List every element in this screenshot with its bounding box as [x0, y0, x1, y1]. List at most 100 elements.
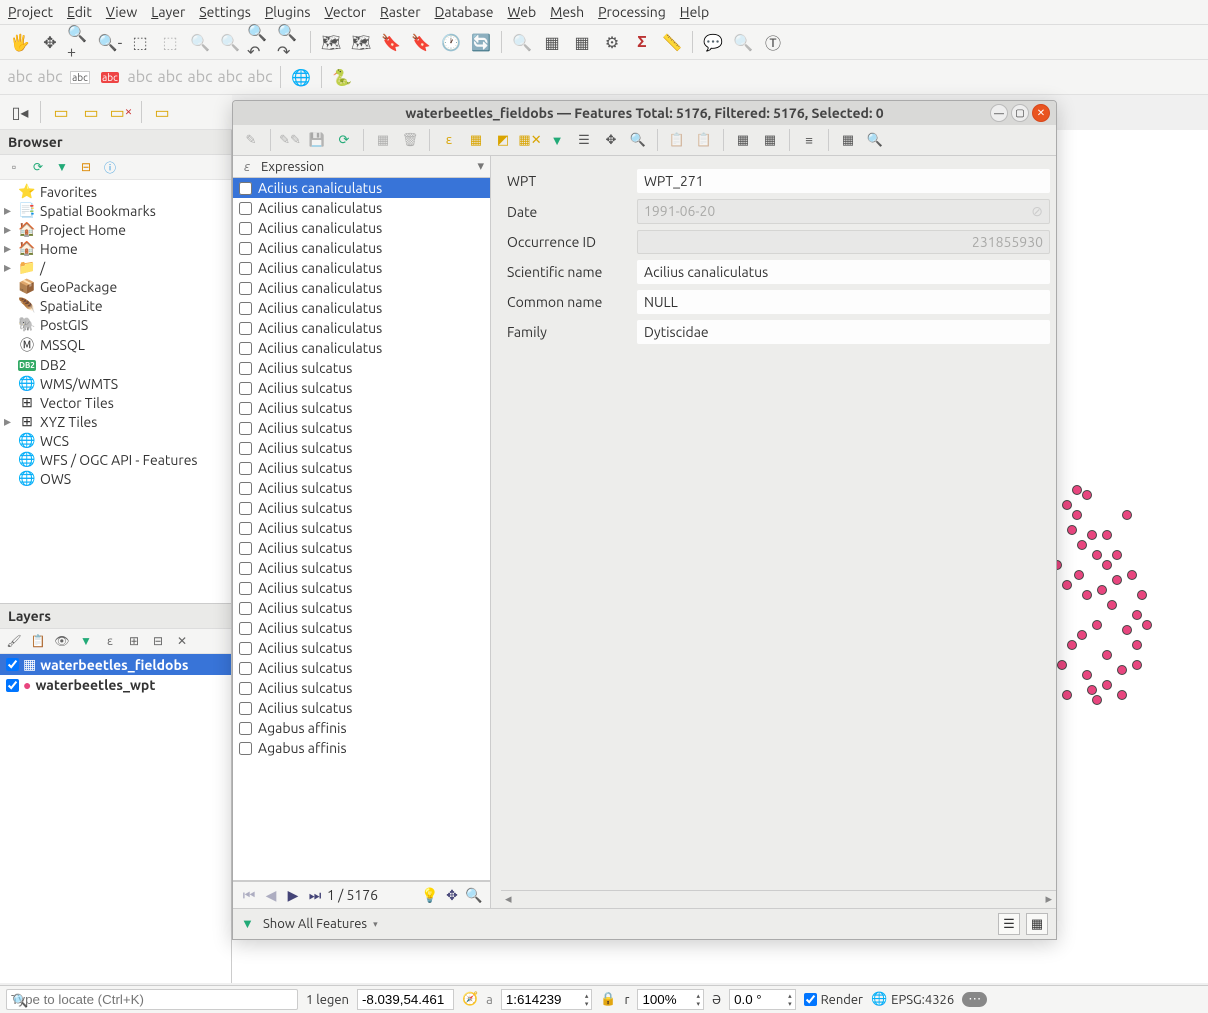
feature-checkbox[interactable]	[239, 602, 252, 615]
feature-checkbox[interactable]	[239, 242, 252, 255]
map-point[interactable]	[1102, 650, 1112, 660]
toggle-edit-icon[interactable]: ✎	[239, 128, 263, 152]
feature-checkbox[interactable]	[239, 342, 252, 355]
feature-item[interactable]: Acilius canaliculatus	[233, 238, 490, 258]
feature-checkbox[interactable]	[239, 222, 252, 235]
browser-item[interactable]: 🌐OWS	[0, 469, 231, 488]
map-point[interactable]	[1062, 580, 1072, 590]
new-3d-view[interactable]: 🗺	[347, 28, 375, 56]
identify-tool[interactable]: 🔍	[508, 28, 536, 56]
filter-mode-button[interactable]: ▼ Show All Features ▾	[241, 916, 378, 932]
map-point[interactable]	[1102, 560, 1112, 570]
menu-raster[interactable]: Raster	[380, 4, 420, 20]
feature-item[interactable]: Acilius canaliculatus	[233, 278, 490, 298]
map-point[interactable]	[1137, 590, 1147, 600]
feature-checkbox[interactable]	[239, 202, 252, 215]
map-point[interactable]	[1077, 630, 1087, 640]
map-point[interactable]	[1057, 660, 1067, 670]
map-point[interactable]	[1112, 550, 1122, 560]
map-point[interactable]	[1062, 500, 1072, 510]
feature-item[interactable]: Acilius sulcatus	[233, 358, 490, 378]
dock-icon[interactable]: 🔍	[863, 128, 887, 152]
form-view-button[interactable]: ☰	[998, 913, 1020, 935]
rotation-spin[interactable]: ▴▾	[729, 989, 796, 1010]
occ-value[interactable]: 231855930	[637, 230, 1050, 254]
scale-combo[interactable]: ▴▾	[501, 989, 593, 1010]
properties-icon[interactable]: ⓘ	[100, 157, 120, 177]
label-tool-5[interactable]: abc	[126, 63, 154, 91]
feature-item[interactable]: Acilius sulcatus	[233, 698, 490, 718]
remove-layer-icon[interactable]: ✕	[172, 631, 192, 651]
label-tool-7[interactable]: abc	[186, 63, 214, 91]
feature-item[interactable]: Acilius sulcatus	[233, 458, 490, 478]
expression-header[interactable]: ε Expression ▾	[233, 156, 490, 178]
browser-item[interactable]: 📦GeoPackage	[0, 277, 231, 296]
render-checkbox[interactable]	[804, 993, 817, 1006]
feature-item[interactable]: Acilius sulcatus	[233, 438, 490, 458]
scale-lock-icon[interactable]: 🧭	[462, 992, 478, 1007]
annotation-tool[interactable]: 🔍	[729, 28, 757, 56]
label-tool-9[interactable]: abc	[246, 63, 274, 91]
map-point[interactable]	[1074, 570, 1084, 580]
date-value[interactable]: 1991-06-20⊘	[637, 199, 1050, 224]
browser-item[interactable]: ⭐Favorites	[0, 182, 231, 201]
menu-web[interactable]: Web	[507, 4, 536, 20]
scale-field[interactable]	[502, 990, 582, 1009]
add-feature-icon[interactable]: ▦	[371, 128, 395, 152]
locator-input[interactable]	[6, 989, 298, 1010]
new-field-icon[interactable]: ▦	[731, 128, 755, 152]
map-point[interactable]	[1067, 525, 1077, 535]
zoom-layer-tool[interactable]: 🔍	[216, 28, 244, 56]
feature-item[interactable]: Acilius canaliculatus	[233, 178, 490, 198]
browser-item[interactable]: 🌐WMS/WMTS	[0, 374, 231, 393]
map-point[interactable]	[1072, 510, 1082, 520]
map-point[interactable]	[1097, 585, 1107, 595]
pan-to-selection[interactable]: ✥	[36, 28, 64, 56]
feature-item[interactable]: Acilius sulcatus	[233, 398, 490, 418]
delete-field-icon[interactable]: ▦	[758, 128, 782, 152]
clear-icon[interactable]: ⊘	[1031, 203, 1043, 220]
zoom-to-selected-icon[interactable]: 🔍	[626, 128, 650, 152]
feature-checkbox[interactable]	[239, 302, 252, 315]
style-icon[interactable]: 🖌	[4, 631, 24, 651]
pan-to-selected-icon[interactable]: ✥	[599, 128, 623, 152]
zoom-next-tool[interactable]: 🔍↷	[276, 28, 304, 56]
feature-checkbox[interactable]	[239, 542, 252, 555]
temporal-controller[interactable]: 🕐	[437, 28, 465, 56]
layer-row[interactable]: ▦ waterbeetles_fieldobs	[0, 654, 231, 675]
map-tips[interactable]: 💬	[699, 28, 727, 56]
feature-item[interactable]: Acilius sulcatus	[233, 478, 490, 498]
python-console[interactable]: 🐍	[328, 63, 356, 91]
feature-item[interactable]: Acilius sulcatus	[233, 538, 490, 558]
feature-item[interactable]: Acilius sulcatus	[233, 638, 490, 658]
map-point[interactable]	[1092, 695, 1102, 705]
map-point[interactable]	[1087, 685, 1097, 695]
feature-checkbox[interactable]	[239, 582, 252, 595]
feature-item[interactable]: Agabus affinis	[233, 718, 490, 738]
feature-checkbox[interactable]	[239, 622, 252, 635]
map-point[interactable]	[1082, 490, 1092, 500]
collapse-all-icon[interactable]: ⊟	[148, 631, 168, 651]
maximize-button[interactable]: ▢	[1011, 104, 1029, 122]
statistical-summary[interactable]: Σ	[628, 28, 656, 56]
show-bookmarks[interactable]: 🔖	[407, 28, 435, 56]
browser-item[interactable]: ▸⊞XYZ Tiles	[0, 412, 231, 431]
menu-vector[interactable]: Vector	[324, 4, 366, 20]
select-features-tool[interactable]: ▭	[47, 98, 75, 126]
zoom-out-tool[interactable]: 🔍-	[96, 28, 124, 56]
move-to-top-icon[interactable]: ☰	[572, 128, 596, 152]
menu-project[interactable]: Project	[8, 4, 53, 20]
map-point[interactable]	[1062, 690, 1072, 700]
expand-icon[interactable]: ⊞	[124, 631, 144, 651]
feature-item[interactable]: Acilius canaliculatus	[233, 318, 490, 338]
browser-item[interactable]: 🪶SpatiaLite	[0, 296, 231, 315]
browser-tree[interactable]: ⭐Favorites▸📑Spatial Bookmarks▸🏠Project H…	[0, 180, 231, 603]
feature-checkbox[interactable]	[239, 442, 252, 455]
label-pin[interactable]: abc	[66, 63, 94, 91]
zoom-full-tool[interactable]: ⬚	[156, 28, 184, 56]
map-point[interactable]	[1127, 570, 1137, 580]
coordinate-field[interactable]	[358, 990, 453, 1009]
menu-layer[interactable]: Layer	[151, 4, 185, 20]
deselect-tool[interactable]: ▭✕	[107, 98, 135, 126]
feature-item[interactable]: Acilius canaliculatus	[233, 298, 490, 318]
